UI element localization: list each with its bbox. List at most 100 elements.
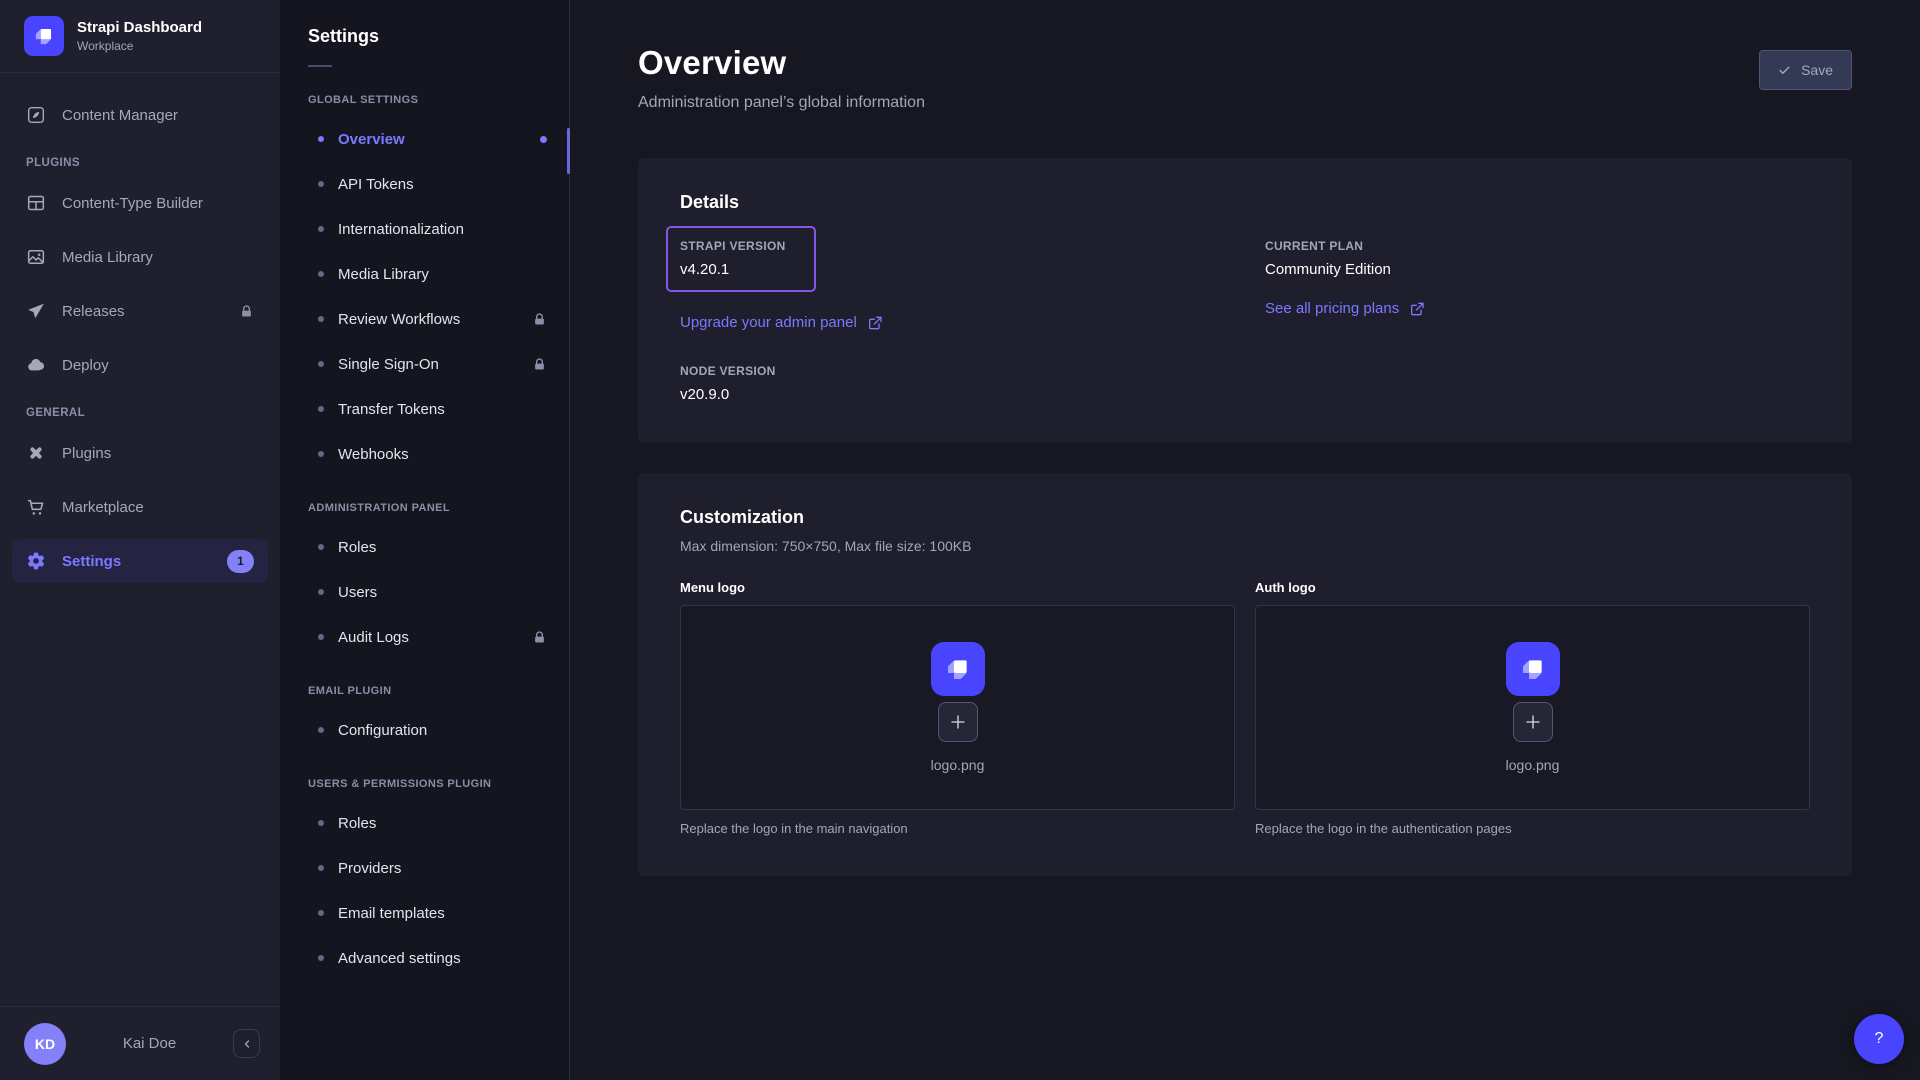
subnav-item-label: Users: [338, 584, 377, 601]
auth-logo-preview-icon: [1506, 642, 1560, 696]
subnav-item-email-templates[interactable]: Email templates: [288, 892, 561, 934]
chevron-left-icon: [241, 1038, 253, 1050]
workspace-brand: Strapi Dashboard Workplace: [0, 0, 280, 73]
page-subtitle: Administration panel’s global informatio…: [638, 94, 925, 112]
settings-notification-badge: 1: [227, 550, 254, 573]
sidebar-item-label: Content-Type Builder: [62, 195, 203, 212]
subnav-item-users[interactable]: Users: [288, 571, 561, 613]
sidebar-item-content-type-builder[interactable]: Content-Type Builder: [12, 181, 268, 225]
subnav-item-configuration[interactable]: Configuration: [288, 709, 561, 751]
bullet-icon: [318, 406, 324, 412]
gear-icon: [26, 551, 46, 571]
customization-heading: Customization: [680, 507, 1810, 528]
pricing-link-label: See all pricing plans: [1265, 300, 1399, 317]
main-content: Overview Administration panel’s global i…: [570, 0, 1920, 1080]
subnav-section-label: ADMINISTRATION PANEL: [308, 502, 549, 514]
page-header: Overview Administration panel’s global i…: [638, 44, 1852, 112]
bullet-icon: [318, 361, 324, 367]
auth-logo-upload-box[interactable]: logo.png: [1255, 605, 1810, 810]
menu-logo-filename: logo.png: [931, 757, 985, 773]
pricing-plans-link[interactable]: See all pricing plans: [1265, 300, 1425, 317]
auth-logo-add-button[interactable]: [1513, 702, 1553, 742]
sidebar-section-label: PLUGINS: [26, 157, 254, 169]
subnav-item-advanced-settings[interactable]: Advanced settings: [288, 937, 561, 979]
upgrade-link-label: Upgrade your admin panel: [680, 314, 857, 331]
cloud-icon: [26, 355, 46, 375]
bullet-icon: [318, 589, 324, 595]
details-heading: Details: [680, 192, 1810, 213]
bullet-icon: [318, 451, 324, 457]
subnav-item-label: Roles: [338, 815, 376, 832]
subnav-item-label: Transfer Tokens: [338, 401, 445, 418]
subnav-item-label: Webhooks: [338, 446, 409, 463]
subnav-item-overview[interactable]: Overview: [288, 118, 561, 160]
sidebar-item-content-manager[interactable]: Content Manager: [12, 93, 268, 137]
subnav-item-providers[interactable]: Providers: [288, 847, 561, 889]
menu-logo-upload-box[interactable]: logo.png: [680, 605, 1235, 810]
subnav-item-label: Configuration: [338, 722, 427, 739]
subnav-item-api-tokens[interactable]: API Tokens: [288, 163, 561, 205]
subnav-item-label: Single Sign-On: [338, 356, 439, 373]
subnav-item-label: Media Library: [338, 266, 429, 283]
strapi-glyph: [31, 23, 57, 49]
save-button[interactable]: Save: [1759, 50, 1852, 90]
bullet-icon: [318, 226, 324, 232]
node-version-label: NODE VERSION: [680, 364, 1225, 378]
subnav-item-audit-logs[interactable]: Audit Logs: [288, 616, 561, 658]
subnav-item-review-workflows[interactable]: Review Workflows: [288, 298, 561, 340]
subnav-item-transfer-tokens[interactable]: Transfer Tokens: [288, 388, 561, 430]
menu-logo-add-button[interactable]: [938, 702, 978, 742]
customization-constraints: Max dimension: 750×750, Max file size: 1…: [680, 538, 1810, 554]
subnav-item-label: Providers: [338, 860, 401, 877]
help-button[interactable]: ?: [1854, 1014, 1904, 1064]
strapi-glyph: [942, 653, 974, 685]
sidebar-item-label: Marketplace: [62, 499, 144, 516]
subnav-item-internationalization[interactable]: Internationalization: [288, 208, 561, 250]
subnav-item-label: Email templates: [338, 905, 445, 922]
subnav-item-single-sign-on[interactable]: Single Sign-On: [288, 343, 561, 385]
sidebar-item-label: Plugins: [62, 445, 111, 462]
sidebar-item-deploy[interactable]: Deploy: [12, 343, 268, 387]
check-icon: [1778, 64, 1791, 77]
sidebar-item-plugins[interactable]: Plugins: [12, 431, 268, 475]
subnav-item-webhooks[interactable]: Webhooks: [288, 433, 561, 475]
subnav-item-label: Overview: [338, 131, 405, 148]
external-link-icon: [1409, 301, 1425, 317]
bullet-icon: [318, 136, 324, 142]
subnav-title: Settings: [308, 26, 541, 47]
sidebar-item-media-library[interactable]: Media Library: [12, 235, 268, 279]
subnav-item-label: Advanced settings: [338, 950, 461, 967]
sidebar-collapse-button[interactable]: [233, 1029, 260, 1058]
sidebar-section-label: GENERAL: [26, 407, 254, 419]
lock-icon: [532, 312, 547, 327]
image-icon: [26, 247, 46, 267]
auth-logo-field: Auth logo logo.png Replace the logo: [1255, 580, 1810, 836]
sidebar-item-settings[interactable]: Settings1: [12, 539, 268, 583]
upgrade-admin-panel-link[interactable]: Upgrade your admin panel: [680, 314, 883, 331]
bullet-icon: [318, 544, 324, 550]
auth-logo-filename: logo.png: [1506, 757, 1560, 773]
node-version-value: v20.9.0: [680, 386, 1225, 403]
subnav-item-roles[interactable]: Roles: [288, 802, 561, 844]
external-link-icon: [867, 315, 883, 331]
subnav-item-media-library[interactable]: Media Library: [288, 253, 561, 295]
sidebar-item-releases[interactable]: Releases: [12, 289, 268, 333]
page-title: Overview: [638, 44, 925, 82]
bullet-icon: [318, 634, 324, 640]
subnav-item-roles[interactable]: Roles: [288, 526, 561, 568]
settings-subnav: Settings GLOBAL SETTINGS Overview API Toke…: [280, 0, 570, 1080]
bullet-icon: [318, 316, 324, 322]
customization-card: Customization Max dimension: 750×750, Ma…: [638, 473, 1852, 876]
subnav-section-label: GLOBAL SETTINGS: [308, 94, 549, 106]
menu-logo-label: Menu logo: [680, 580, 1235, 595]
sidebar-item-label: Media Library: [62, 249, 153, 266]
bullet-icon: [318, 181, 324, 187]
sidebar-item-label: Deploy: [62, 357, 109, 374]
menu-logo-field: Menu logo logo.png Replace the logo: [680, 580, 1235, 836]
workspace-subtitle: Workplace: [77, 39, 202, 53]
sidebar-item-marketplace[interactable]: Marketplace: [12, 485, 268, 529]
subnav-item-label: Audit Logs: [338, 629, 409, 646]
paper-plane-icon: [26, 301, 46, 321]
auth-logo-caption: Replace the logo in the authentication p…: [1255, 821, 1810, 836]
avatar: KD: [24, 1023, 66, 1065]
